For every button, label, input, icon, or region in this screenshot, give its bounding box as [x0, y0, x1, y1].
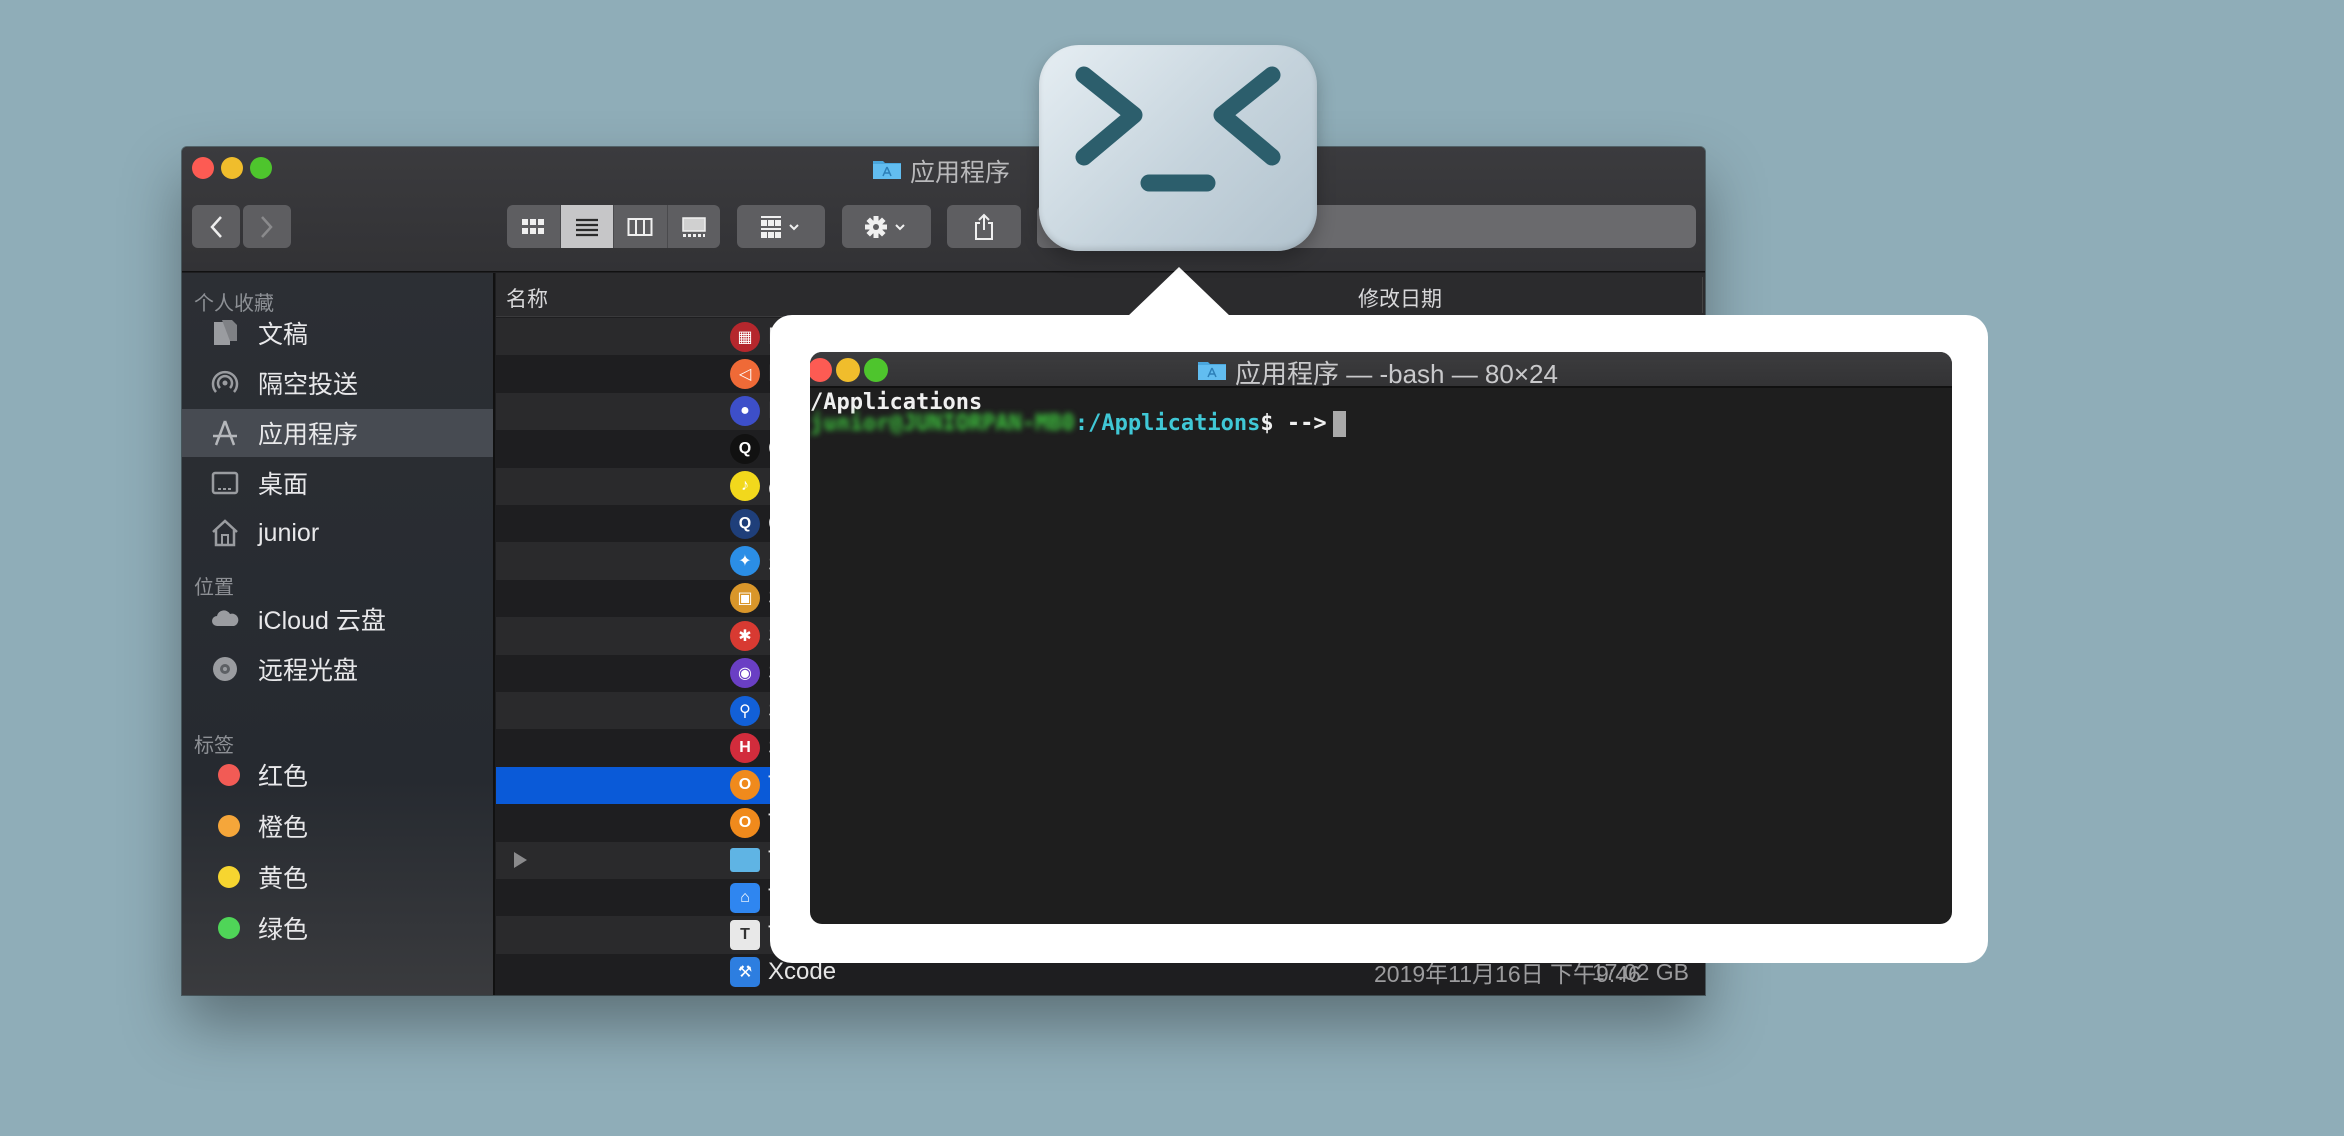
sidebar-item-home[interactable]: junior — [182, 509, 493, 557]
app-icon: O — [730, 807, 760, 838]
minimize-button[interactable] — [221, 157, 243, 179]
sidebar-tag-red[interactable]: 红色 — [182, 751, 493, 799]
file-size: 17.02 GB — [1591, 958, 1689, 985]
orange-tag-icon — [218, 815, 240, 837]
gallery-view-icon — [682, 216, 706, 237]
app-icon: ▣ — [730, 583, 760, 614]
icon-view-button[interactable] — [507, 205, 561, 248]
sidebar-item-remote-disc[interactable]: 远程光盘 — [182, 645, 493, 693]
terminal-minimize-button[interactable] — [836, 358, 860, 382]
desktop-icon — [211, 471, 239, 495]
forward-icon — [261, 215, 273, 238]
prompt-user-host: junior@JUNIORPAN-MB0 — [810, 411, 1075, 436]
sidebar-tag-green[interactable]: 绿色 — [182, 904, 493, 952]
terminal-app-icon[interactable] — [1039, 45, 1317, 251]
terminal-preview-popover: 应用程序 — -bash — 80×24 /Applications junio… — [770, 315, 1988, 963]
app-icon: ♪ — [730, 471, 760, 502]
app-icon: ● — [730, 396, 760, 427]
app-icon: ✦ — [730, 546, 760, 577]
app-icon: ▦ — [730, 321, 760, 352]
close-button[interactable] — [192, 157, 214, 179]
sidebar-item-desktop[interactable]: 桌面 — [182, 459, 493, 507]
remote-disc-icon — [213, 657, 237, 681]
sidebar-item-airdrop[interactable]: 隔空投送 — [182, 359, 493, 407]
green-tag-icon — [218, 917, 240, 939]
app-icon: ⌂ — [730, 882, 760, 913]
terminal-zoom-button[interactable] — [864, 358, 888, 382]
terminal-window: 应用程序 — -bash — 80×24 /Applications junio… — [810, 352, 1952, 924]
home-icon — [212, 519, 238, 547]
column-header-name[interactable]: 名称 — [506, 283, 548, 313]
documents-icon — [214, 320, 237, 345]
popover-arrow — [1127, 267, 1231, 317]
action-button[interactable] — [842, 205, 931, 248]
group-button[interactable] — [737, 205, 825, 248]
airdrop-icon — [211, 370, 239, 393]
applications-folder-icon — [1198, 362, 1226, 380]
share-button[interactable] — [947, 205, 1021, 248]
app-icon: T — [730, 920, 760, 951]
app-icon: ⚲ — [730, 695, 760, 726]
yellow-tag-icon — [218, 866, 240, 888]
terminal-app-glyph — [1075, 66, 1281, 192]
app-icon: O — [730, 770, 760, 801]
terminal-close-button[interactable] — [810, 358, 832, 382]
list-view-button[interactable] — [560, 205, 614, 248]
terminal-cursor — [1332, 411, 1346, 437]
applications-icon — [213, 420, 237, 446]
back-button[interactable] — [192, 205, 240, 248]
applications-folder-icon — [873, 161, 901, 179]
prompt-suffix: $ --> — [1260, 411, 1327, 436]
share-icon — [975, 213, 993, 240]
app-icon: H — [730, 733, 760, 764]
zoom-button[interactable] — [250, 157, 272, 179]
app-icon: ◁ — [730, 359, 760, 390]
view-mode-segmented-control — [507, 205, 720, 248]
finder-toolbar: 应用程序 — [182, 147, 1705, 272]
forward-button[interactable] — [243, 205, 291, 248]
prompt-path: :/Applications — [1074, 411, 1261, 436]
app-icon — [730, 848, 760, 873]
list-view-icon — [575, 218, 598, 236]
app-icon: ⚒ — [730, 957, 760, 988]
app-icon: Q — [730, 508, 760, 539]
icloud-icon — [212, 610, 239, 626]
app-icon: ◉ — [730, 658, 760, 689]
app-icon: Q — [730, 433, 760, 464]
terminal-titlebar: 应用程序 — -bash — 80×24 — [810, 352, 1952, 389]
sidebar-tag-yellow[interactable]: 黄色 — [182, 853, 493, 901]
gallery-view-button[interactable] — [668, 205, 721, 248]
sidebar-item-icloud[interactable]: iCloud 云盘 — [182, 595, 493, 643]
sidebar-item-applications[interactable]: 应用程序 — [182, 409, 493, 457]
sidebar: 个人收藏 文稿 隔空投送 应用程序 桌面 junior 位置 iCloud 云盘 — [182, 273, 495, 995]
terminal-title: 应用程序 — -bash — 80×24 — [1235, 359, 1558, 389]
sidebar-tag-orange[interactable]: 橙色 — [182, 802, 493, 850]
gear-icon — [864, 215, 905, 238]
group-icon — [761, 215, 799, 238]
window-title: 应用程序 — [910, 159, 1011, 187]
terminal-prompt-line: junior@JUNIORPAN-MB0:/Applications$ --> — [810, 411, 1346, 437]
app-icon: ✱ — [730, 620, 760, 651]
red-tag-icon — [218, 764, 240, 786]
icon-view-icon — [522, 218, 545, 234]
column-header-row: 名称 修改日期 大小 — [496, 273, 1705, 317]
column-view-icon — [627, 217, 653, 236]
column-view-button[interactable] — [614, 205, 668, 248]
column-header-date[interactable]: 修改日期 — [1358, 283, 1442, 313]
column-divider[interactable] — [1702, 277, 1703, 313]
back-icon — [210, 215, 222, 238]
disclosure-triangle-icon[interactable] — [514, 852, 527, 869]
sidebar-item-documents[interactable]: 文稿 — [182, 309, 493, 357]
